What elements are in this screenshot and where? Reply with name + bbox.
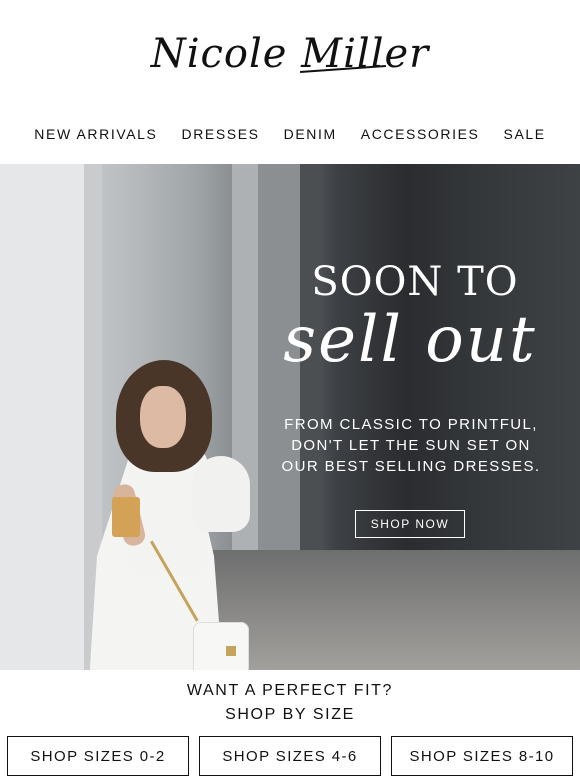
model-sleeve bbox=[192, 456, 250, 532]
fit-heading: WANT A PERFECT FIT? bbox=[186, 682, 394, 699]
hero-column bbox=[0, 164, 84, 670]
handbag-icon bbox=[193, 622, 249, 670]
coffee-cup-icon bbox=[112, 497, 140, 537]
nav-item-sale[interactable]: SALE bbox=[492, 126, 558, 142]
shop-sizes-0-2-button[interactable]: SHOP SIZES 0-2 bbox=[7, 736, 189, 776]
nav-item-dresses[interactable]: DRESSES bbox=[170, 126, 272, 142]
fit-subheading: SHOP BY SIZE bbox=[225, 706, 355, 723]
nav-item-denim[interactable]: DENIM bbox=[272, 126, 349, 142]
hero-subtitle: FROM CLASSIC TO PRINTFUL, DON'T LET THE … bbox=[276, 414, 546, 477]
shop-sizes-4-6-button[interactable]: SHOP SIZES 4-6 bbox=[199, 736, 381, 776]
shop-sizes-8-10-button[interactable]: SHOP SIZES 8-10 bbox=[391, 736, 573, 776]
hero-subtitle-line: DON'T LET THE SUN SET ON bbox=[291, 437, 531, 454]
shop-now-button[interactable]: SHOP NOW bbox=[355, 510, 465, 538]
hero-script-title: sell out bbox=[283, 303, 537, 377]
brand-logo[interactable]: Nicole Miller bbox=[0, 26, 580, 82]
nav-item-accessories[interactable]: ACCESSORIES bbox=[349, 126, 492, 142]
email-header: Nicole Miller NEW ARRIVALS DRESSES DENIM… bbox=[0, 0, 580, 164]
hero-title: SOON TO bbox=[311, 259, 519, 305]
nav-item-new-arrivals[interactable]: NEW ARRIVALS bbox=[22, 126, 169, 142]
hero-subtitle-line: FROM CLASSIC TO PRINTFUL, bbox=[284, 416, 538, 433]
fit-section: WANT A PERFECT FIT? SHOP BY SIZE bbox=[0, 670, 580, 726]
main-nav: NEW ARRIVALS DRESSES DENIM ACCESSORIES S… bbox=[0, 126, 580, 142]
hero-subtitle-line: OUR BEST SELLING DRESSES. bbox=[281, 458, 541, 475]
bag-clasp bbox=[226, 646, 236, 656]
model-face bbox=[140, 386, 186, 448]
